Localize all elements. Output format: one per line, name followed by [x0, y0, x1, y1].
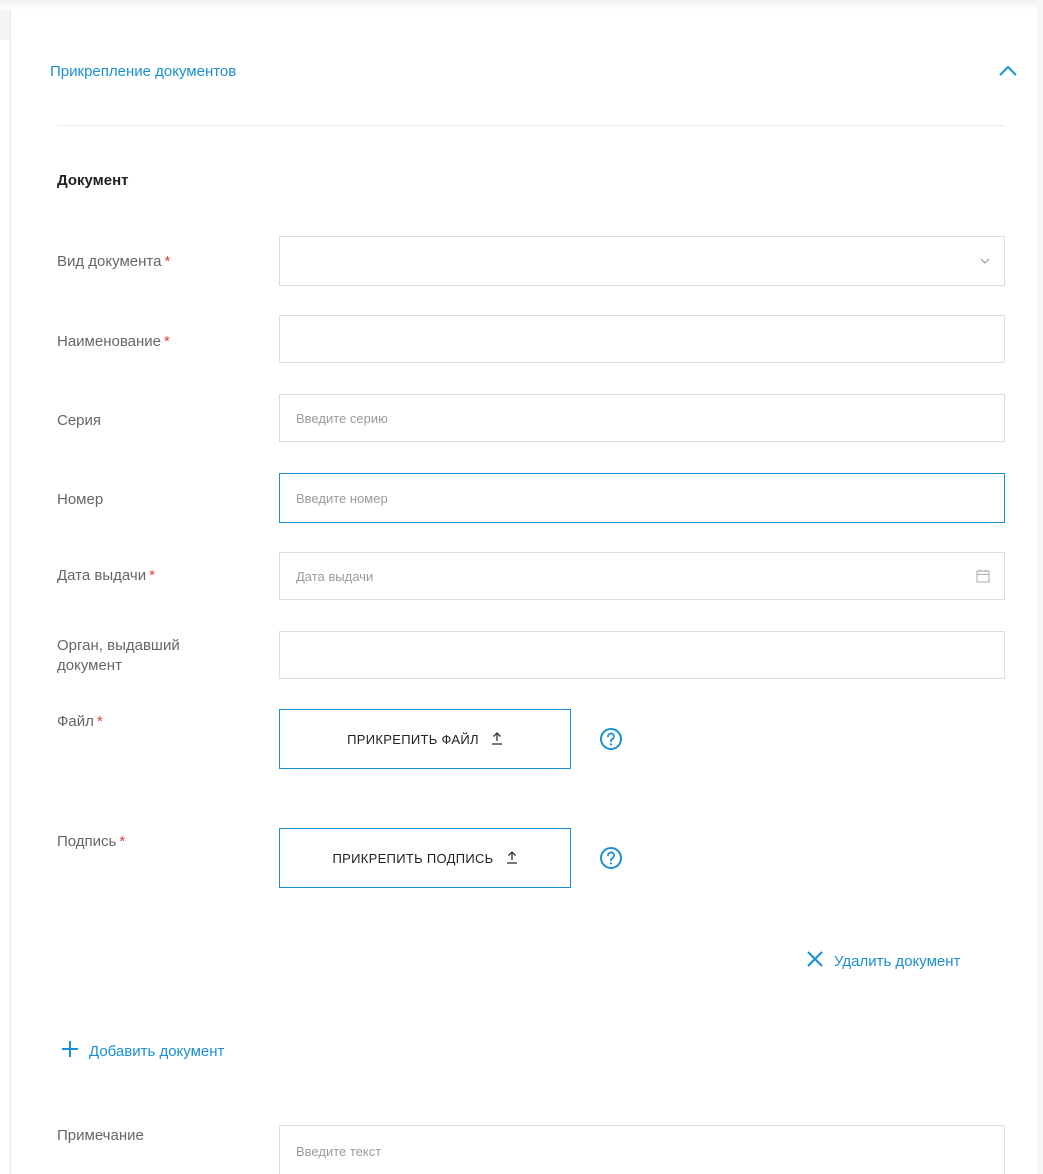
note-input[interactable]	[296, 1142, 988, 1160]
issue-date-label: Дата выдачи *	[57, 567, 155, 584]
signature-label: Подпись *	[57, 833, 126, 850]
upload-icon	[506, 850, 518, 867]
delete-document-button[interactable]: Удалить документ	[806, 950, 960, 972]
doc-type-select[interactable]	[279, 236, 1005, 286]
plus-icon	[61, 1040, 79, 1062]
note-field[interactable]	[279, 1125, 1005, 1174]
attach-signature-label: ПРИКРЕПИТЬ ПОДПИСЬ	[332, 850, 494, 866]
add-document-button[interactable]: Добавить документ	[61, 1040, 224, 1062]
number-field[interactable]	[279, 473, 1005, 523]
file-label: Файл *	[57, 713, 103, 730]
question-circle-icon[interactable]	[597, 844, 625, 872]
doc-type-label: Вид документа *	[57, 253, 171, 270]
attach-file-button[interactable]: ПРИКРЕПИТЬ ФАЙЛ	[279, 709, 571, 769]
issue-date-input[interactable]	[296, 553, 988, 599]
issue-date-field[interactable]	[279, 552, 1005, 600]
question-circle-icon[interactable]	[597, 725, 625, 753]
page: Прикрепление документов Документ Вид док…	[0, 0, 1043, 1174]
number-input[interactable]	[296, 474, 988, 522]
issuer-input[interactable]	[296, 632, 988, 678]
name-field[interactable]	[279, 315, 1005, 363]
series-label: Серия	[57, 412, 102, 429]
add-document-label: Добавить документ	[89, 1042, 225, 1060]
attach-signature-button[interactable]: ПРИКРЕПИТЬ ПОДПИСЬ	[279, 828, 571, 888]
section-header-attachments[interactable]: Прикрепление документов	[50, 56, 1022, 86]
series-field[interactable]	[279, 394, 1005, 442]
section-divider	[57, 125, 1005, 126]
name-label: Наименование *	[57, 333, 170, 350]
top-shade	[0, 0, 1043, 10]
chevron-up-icon[interactable]	[994, 61, 1022, 81]
delete-document-label: Удалить документ	[834, 952, 961, 970]
note-label: Примечание	[57, 1127, 144, 1144]
series-input[interactable]	[296, 395, 988, 441]
calendar-icon[interactable]	[976, 569, 990, 583]
section-title: Прикрепление документов	[50, 62, 237, 80]
name-input[interactable]	[296, 316, 988, 362]
doc-type-value[interactable]	[296, 237, 988, 285]
issuer-field[interactable]	[279, 631, 1005, 679]
chevron-down-icon[interactable]	[980, 258, 990, 264]
document-heading: Документ	[57, 172, 129, 189]
right-scroll-gutter	[1037, 0, 1043, 1174]
panel-left-border	[10, 10, 11, 1174]
issuer-label: Орган, выдавший документ	[57, 637, 180, 674]
attach-file-label: ПРИКРЕПИТЬ ФАЙЛ	[347, 731, 479, 747]
left-shade	[0, 10, 10, 40]
upload-icon	[491, 731, 503, 748]
close-icon	[806, 950, 824, 972]
number-label: Номер	[57, 491, 104, 508]
